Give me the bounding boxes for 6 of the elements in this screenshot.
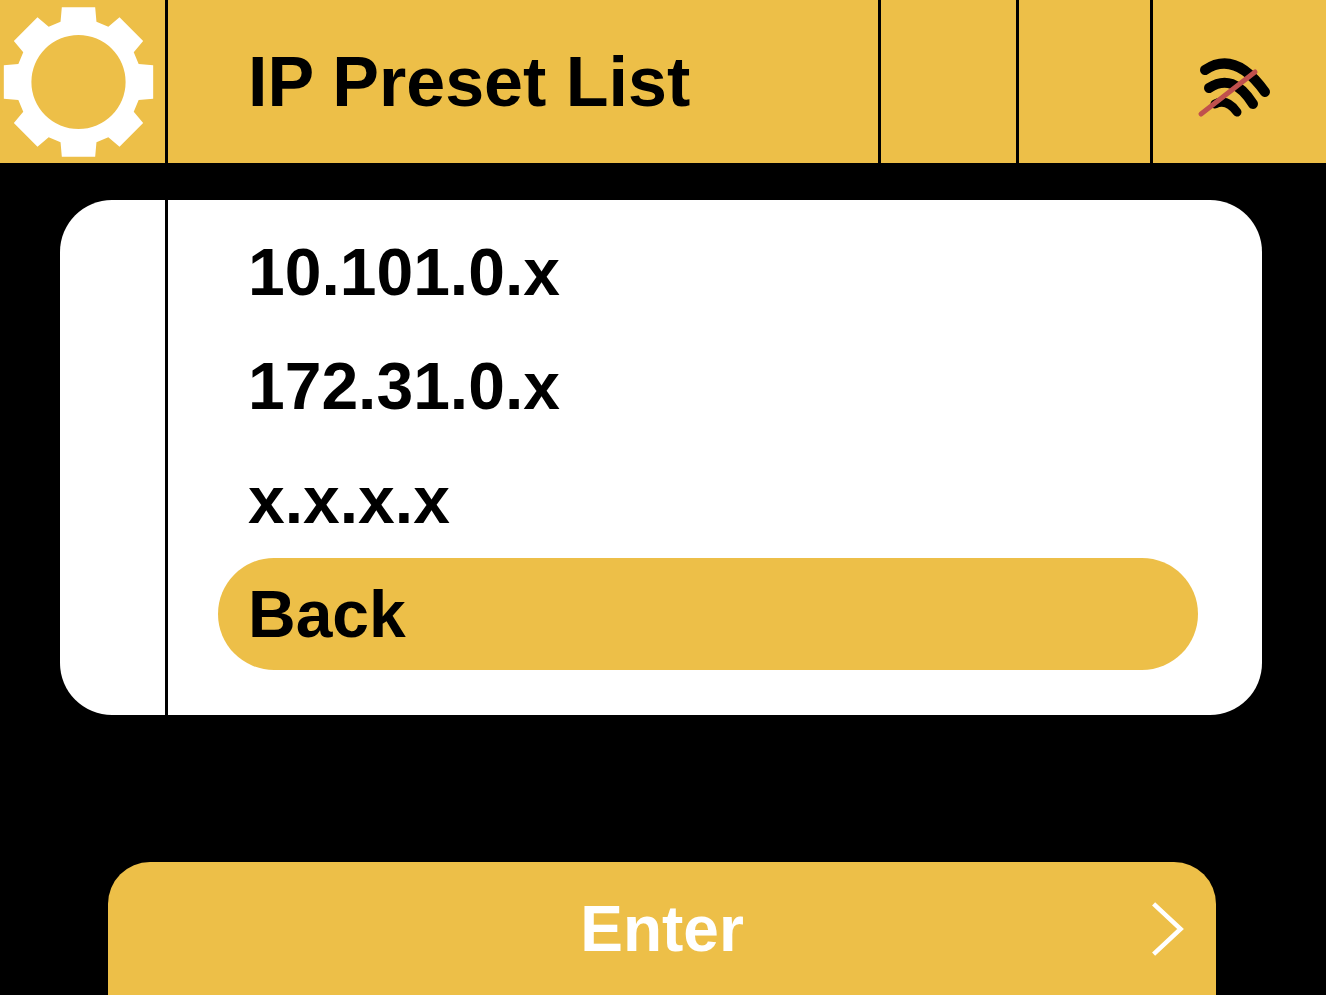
screen-title: IP Preset List [248, 41, 691, 122]
chevron-right-icon [1150, 900, 1186, 958]
preset-item[interactable]: x.x.x.x [218, 444, 1198, 556]
preset-item[interactable]: 172.31.0.x [218, 330, 1198, 442]
preset-item[interactable]: Back [218, 558, 1198, 670]
preset-item[interactable]: 10.101.0.x [218, 216, 1198, 328]
